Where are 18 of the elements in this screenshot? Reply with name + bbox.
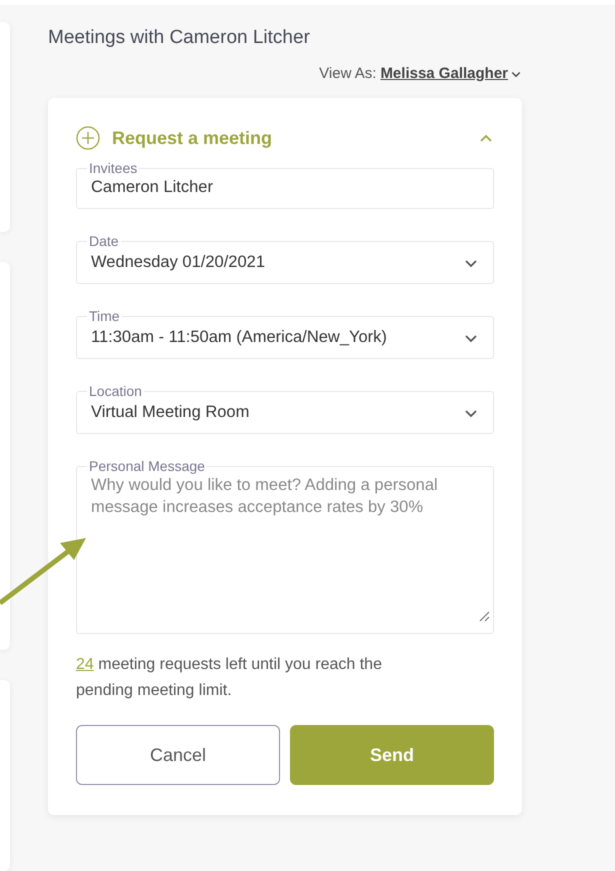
view-as-label: View As: — [319, 65, 376, 82]
field-label: Date — [88, 233, 120, 249]
select-field[interactable]: Time 11:30am - 11:50am (America/New_York) — [76, 308, 494, 359]
select-field[interactable]: Location Virtual Meeting Room — [76, 383, 494, 434]
cancel-button[interactable]: Cancel — [76, 725, 280, 786]
field-label: Time — [88, 308, 121, 324]
resize-grip-icon[interactable] — [478, 610, 490, 622]
field-label: Location — [88, 383, 143, 399]
view-as-dropdown[interactable]: Melissa Gallagher — [380, 65, 522, 82]
plus-circle-icon — [76, 126, 100, 150]
invitees-field[interactable]: Invitees Cameron Litcher — [76, 160, 494, 209]
field-label: Personal Message — [88, 458, 206, 474]
limit-text: 24 meeting requests left until you reach the pending meeting limit. — [76, 655, 383, 701]
select-field[interactable]: Date Wednesday 01/20/2021 — [76, 233, 494, 284]
field-label: Invitees — [88, 160, 138, 176]
message-box[interactable]: Personal Message Why would you like to meet? Adding a personal message increases acceptance rates by 30% — [76, 458, 494, 634]
text-field[interactable]: Cameron Litcher — [91, 176, 479, 197]
page-title: Meetings with Cameron Litcher — [48, 27, 311, 50]
